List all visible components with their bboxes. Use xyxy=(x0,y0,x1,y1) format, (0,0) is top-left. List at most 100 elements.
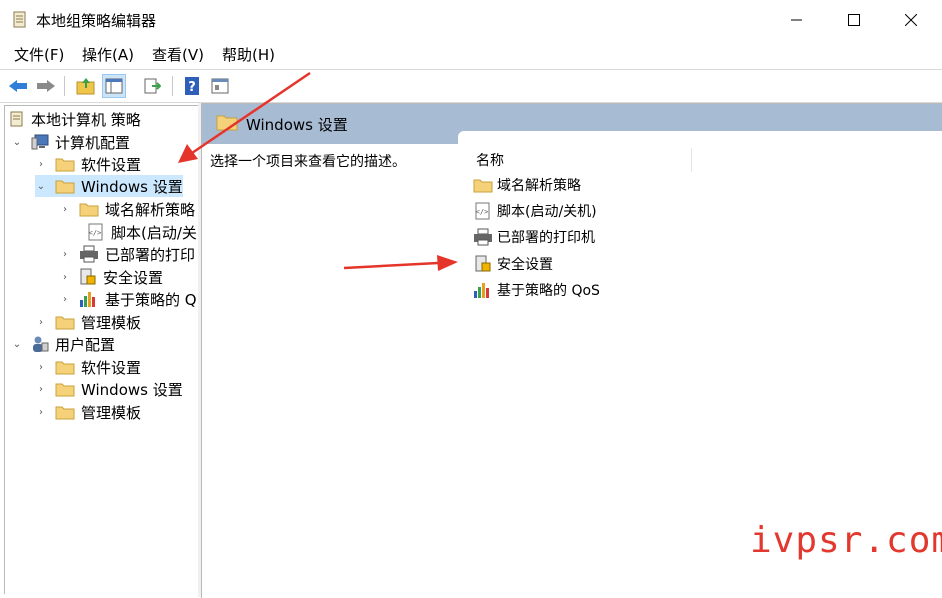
tree-item-label: 已部署的打印 xyxy=(105,245,196,264)
close-icon xyxy=(905,14,917,26)
tree-item-qos[interactable]: › 基于策略的 Q xyxy=(59,288,197,310)
title-bar: 本地组策略编辑器 xyxy=(0,0,942,40)
tree-item-label: 本地计算机 策略 xyxy=(31,110,141,129)
maximize-button[interactable] xyxy=(825,0,883,40)
list-item-label: 安全设置 xyxy=(497,257,553,273)
menu-action[interactable]: 操作(A) xyxy=(82,44,134,65)
chevron-down-icon[interactable]: ⌄ xyxy=(11,137,23,148)
users-icon xyxy=(33,336,49,352)
tree-item-label: Windows 设置 xyxy=(81,177,183,196)
chevron-right-icon[interactable]: › xyxy=(35,317,47,328)
tree-item-deployed-printers[interactable]: › 已部署的打印 xyxy=(59,243,195,265)
printer-icon xyxy=(474,228,492,246)
tree-item-label: 脚本(启动/关 xyxy=(111,223,197,242)
svg-text:</>: </> xyxy=(89,229,102,237)
menu-file[interactable]: 文件(F) xyxy=(14,44,64,65)
maximize-icon xyxy=(848,14,860,26)
column-header-label: 名称 xyxy=(476,153,504,169)
chevron-right-icon[interactable]: › xyxy=(59,294,71,305)
description-text: 选择一个项目来查看它的描述。 xyxy=(210,154,406,170)
tree-item-scripts[interactable]: </> 脚本(启动/关 xyxy=(79,221,197,243)
export-list-button[interactable] xyxy=(140,74,164,98)
computer-icon xyxy=(31,134,49,150)
folder-icon xyxy=(55,158,75,172)
list-item-label: 基于策略的 QoS xyxy=(497,283,600,299)
policy-document-icon xyxy=(10,111,23,127)
menu-view[interactable]: 查看(V) xyxy=(152,44,204,65)
tree-item-root[interactable]: 本地计算机 策略 xyxy=(9,108,141,130)
list-item-security-settings[interactable]: 安全设置 xyxy=(473,252,553,276)
toolbar-separator xyxy=(172,76,173,96)
properties-button[interactable] xyxy=(208,74,232,98)
tree-item-label: 软件设置 xyxy=(81,358,142,377)
chevron-right-icon[interactable]: › xyxy=(59,204,71,215)
folder-icon xyxy=(473,179,493,193)
tree-item-label: 管理模板 xyxy=(81,403,142,422)
chevron-down-icon[interactable]: ⌄ xyxy=(11,339,23,350)
tree-item-user-software[interactable]: › 软件设置 xyxy=(35,356,141,378)
export-list-icon xyxy=(144,78,161,94)
window-title: 本地组策略编辑器 xyxy=(36,12,157,30)
menu-help[interactable]: 帮助(H) xyxy=(222,44,275,65)
tree-item-user-admin-templates[interactable]: › 管理模板 xyxy=(35,401,141,423)
qos-chart-icon xyxy=(474,283,489,298)
policy-editor-icon xyxy=(12,11,28,33)
tree-item-label: 安全设置 xyxy=(103,268,164,287)
chevron-right-icon[interactable]: › xyxy=(35,407,47,418)
list-item-scripts[interactable]: </> 脚本(启动/关机) xyxy=(473,199,597,223)
menu-bar: 文件(F) 操作(A) 查看(V) 帮助(H) xyxy=(0,42,942,66)
navigation-tree: 本地计算机 策略 ⌄ 计算机配置 › 软件设置 ⌄ Windows 设置 › 域… xyxy=(4,105,199,594)
folder-icon xyxy=(55,406,75,420)
printer-icon xyxy=(80,245,98,263)
chevron-right-icon[interactable]: › xyxy=(59,249,71,260)
up-folder-icon xyxy=(76,78,95,95)
tree-item-user-config[interactable]: ⌄ 用户配置 xyxy=(11,333,115,355)
chevron-right-icon[interactable]: › xyxy=(35,159,47,170)
tree-item-computer-config[interactable]: ⌄ 计算机配置 xyxy=(11,131,130,153)
minimize-button[interactable] xyxy=(768,0,826,40)
help-icon: ? xyxy=(185,77,199,95)
folder-icon xyxy=(216,115,238,131)
script-icon: </> xyxy=(88,223,103,241)
tree-item-label: 用户配置 xyxy=(55,335,116,354)
list-item-label: 已部署的打印机 xyxy=(497,230,595,246)
chevron-right-icon[interactable]: › xyxy=(59,272,71,283)
forward-button[interactable] xyxy=(34,74,58,98)
properties-icon xyxy=(211,78,229,94)
toolbar-separator xyxy=(64,76,65,96)
chevron-right-icon[interactable]: › xyxy=(35,362,47,373)
tree-item-name-resolution[interactable]: › 域名解析策略 xyxy=(59,198,195,220)
folder-icon xyxy=(79,203,99,217)
up-level-button[interactable] xyxy=(74,74,98,98)
folder-icon xyxy=(55,383,75,397)
list-area-corner xyxy=(458,131,942,145)
tree-item-label: Windows 设置 xyxy=(81,380,183,399)
svg-text:</>: </> xyxy=(476,208,489,216)
security-icon xyxy=(475,255,491,272)
watermark: ivpsr.com xyxy=(750,520,942,561)
column-header-name[interactable]: 名称 xyxy=(476,148,692,172)
folder-open-icon xyxy=(55,180,75,194)
show-hide-tree-icon xyxy=(105,78,123,94)
tree-item-user-windows-settings[interactable]: › Windows 设置 xyxy=(35,378,183,400)
tree-item-computer-admin-templates[interactable]: › 管理模板 xyxy=(35,311,141,333)
list-item-name-resolution[interactable]: 域名解析策略 xyxy=(473,173,581,197)
folder-icon xyxy=(55,361,75,375)
chevron-right-icon[interactable]: › xyxy=(35,384,47,395)
forward-icon xyxy=(37,80,55,92)
tree-item-label: 域名解析策略 xyxy=(105,200,196,219)
list-item-label: 域名解析策略 xyxy=(497,178,581,194)
tree-item-computer-software[interactable]: › 软件设置 xyxy=(35,153,141,175)
help-button[interactable]: ? xyxy=(180,74,204,98)
chevron-down-icon[interactable]: ⌄ xyxy=(35,181,47,192)
list-item-label: 脚本(启动/关机) xyxy=(497,204,597,220)
list-item-deployed-printers[interactable]: 已部署的打印机 xyxy=(473,225,595,249)
back-button[interactable] xyxy=(6,74,30,98)
qos-chart-icon xyxy=(80,292,95,307)
tree-item-label: 管理模板 xyxy=(81,313,142,332)
tree-item-computer-windows-settings[interactable]: ⌄ Windows 设置 xyxy=(35,175,183,197)
tree-item-security-settings[interactable]: › 安全设置 xyxy=(59,266,163,288)
list-item-qos[interactable]: 基于策略的 QoS xyxy=(473,278,600,302)
close-button[interactable] xyxy=(882,0,940,40)
show-hide-tree-button[interactable] xyxy=(102,74,126,98)
